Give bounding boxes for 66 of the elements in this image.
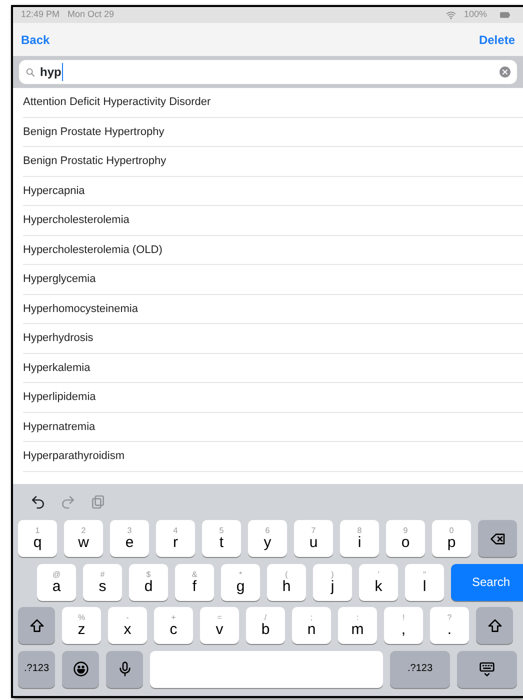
- microphone-icon: [116, 661, 132, 677]
- key[interactable]: ) j: [313, 564, 352, 600]
- result-item[interactable]: Benign Prostate Hypertrophy: [23, 118, 523, 147]
- key[interactable]: 0 p: [432, 520, 471, 557]
- status-time: 12:49 PM: [21, 8, 60, 22]
- result-item[interactable]: Hypernatremia: [23, 412, 523, 442]
- key[interactable]: 1 q: [18, 520, 57, 557]
- result-item[interactable]: Hyperhydrosis: [23, 324, 523, 354]
- search-field[interactable]: hyp: [19, 60, 517, 84]
- key[interactable]: 2 w: [64, 520, 103, 557]
- key[interactable]: + c: [154, 607, 193, 644]
- key[interactable]: " l: [405, 564, 444, 600]
- result-item[interactable]: Hypercholesterolemia (OLD): [23, 236, 523, 265]
- wifi-icon: [446, 10, 456, 20]
- key[interactable]: ? .: [430, 607, 469, 644]
- shift-key[interactable]: [18, 607, 55, 644]
- key[interactable]: % z: [62, 607, 101, 644]
- key[interactable]: 8 i: [340, 520, 379, 557]
- key[interactable]: & f: [175, 564, 214, 600]
- backspace-icon: [490, 530, 506, 546]
- result-item[interactable]: Attention Deficit Hyperactivity Disorder: [23, 88, 523, 118]
- shift-key[interactable]: [476, 607, 513, 644]
- delete-link[interactable]: Delete: [478, 30, 515, 48]
- back-link[interactable]: Back: [21, 30, 50, 48]
- result-item[interactable]: Hypercapnia: [23, 176, 523, 206]
- shift-icon: [28, 618, 44, 634]
- key[interactable]: - x: [108, 607, 147, 644]
- search-icon: [25, 66, 36, 78]
- key[interactable]: $ d: [129, 564, 168, 600]
- key[interactable]: @ a: [37, 564, 76, 600]
- result-item[interactable]: Benign Prostatic Hypertrophy: [23, 147, 523, 176]
- result-item[interactable]: Hyperlipidemia: [23, 383, 523, 412]
- key[interactable]: ’ k: [359, 564, 398, 600]
- shift-icon: [486, 618, 502, 634]
- key[interactable]: # s: [83, 564, 122, 600]
- key[interactable]: : m: [338, 607, 377, 644]
- numbers-key[interactable]: .?123: [18, 650, 55, 688]
- keyboard-icon: [477, 661, 497, 677]
- key[interactable]: 5 t: [202, 520, 241, 557]
- microphone-key[interactable]: [106, 650, 143, 688]
- key[interactable]: 6 y: [248, 520, 287, 557]
- hide-keyboard-key[interactable]: [457, 650, 517, 688]
- battery-percent: 100%: [464, 8, 487, 22]
- result-item[interactable]: Hyperhomocysteinemia: [23, 294, 523, 324]
- key[interactable]: ! ,: [384, 607, 423, 644]
- emoji-key[interactable]: [62, 650, 99, 688]
- key[interactable]: ( h: [267, 564, 306, 600]
- numbers-key[interactable]: .?123: [390, 650, 450, 688]
- undo-icon[interactable]: [30, 494, 46, 510]
- key[interactable]: * g: [221, 564, 260, 600]
- search-key[interactable]: Search: [451, 564, 523, 600]
- result-item[interactable]: Hyperkalemia: [23, 354, 523, 383]
- result-item[interactable]: Hyperglycemia: [23, 265, 523, 294]
- key[interactable]: 7 u: [294, 520, 333, 557]
- result-item[interactable]: Hypercholesterolemia: [23, 206, 523, 236]
- result-item[interactable]: Hyperparathyroidism: [23, 442, 523, 472]
- emoji-icon: [72, 661, 88, 677]
- status-date: Mon Oct 29: [68, 8, 114, 22]
- clear-icon[interactable]: [499, 66, 511, 78]
- backspace-key[interactable]: [478, 520, 517, 557]
- key[interactable]: 3 e: [110, 520, 149, 557]
- key[interactable]: 9 o: [386, 520, 425, 557]
- key[interactable]: 4 r: [156, 520, 195, 557]
- key[interactable]: / b: [246, 607, 285, 644]
- key[interactable]: ; n: [292, 607, 331, 644]
- key[interactable]: = v: [200, 607, 239, 644]
